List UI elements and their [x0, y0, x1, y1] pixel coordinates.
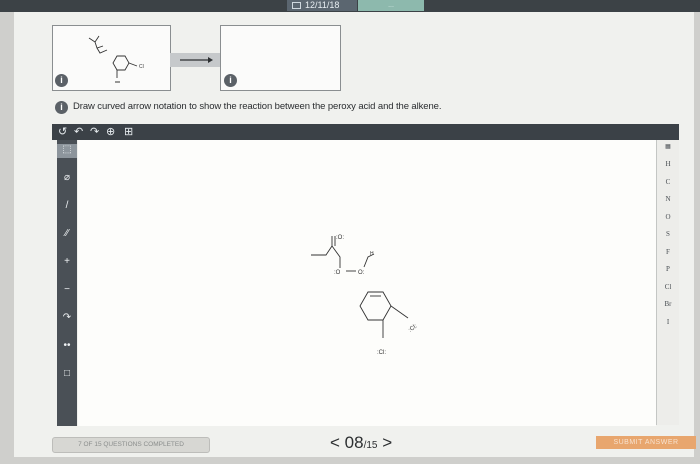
drawing-canvas[interactable]: :O: :O O: H :Cl: :Cl: [78, 140, 656, 426]
element-i-button[interactable]: I [657, 318, 679, 326]
left-tool-palette: ⬚ ⌀ / ∕∕ + − ↷ •• □ [57, 140, 77, 426]
element-cl-button[interactable]: Cl [657, 283, 679, 291]
lone-pair-tool[interactable]: •• [57, 340, 77, 354]
redo-icon[interactable]: ↷ [90, 126, 99, 138]
current-question-number: 08 [344, 433, 364, 452]
element-h-button[interactable]: H [657, 160, 679, 168]
next-question-button[interactable]: > [382, 433, 392, 452]
bond-tool[interactable]: / [57, 200, 77, 214]
top-bar: 12/11/18 ... [0, 0, 700, 12]
right-arrow-icon [180, 57, 213, 63]
calendar-icon [292, 2, 301, 9]
element-o-button[interactable]: O [657, 213, 679, 221]
progress-indicator: 7 OF 15 QUESTIONS COMPLETED [52, 437, 210, 453]
oxygen-label-left: :O [334, 270, 341, 276]
chlorine-label-bottom: :Cl: [377, 350, 386, 356]
chlorine-label-right: :Cl: [408, 323, 419, 333]
undo-step-icon[interactable]: ↶ [74, 126, 83, 138]
prev-question-button[interactable]: < [330, 433, 340, 452]
element-p-button[interactable]: P [657, 265, 679, 273]
reaction-arrow [170, 53, 220, 67]
molecule-structure: :O: :O O: H :Cl: :Cl: [311, 235, 419, 356]
element-f-button[interactable]: F [657, 248, 679, 256]
date-text: 12/11/18 [305, 0, 340, 10]
info-icon[interactable]: i [55, 101, 68, 114]
chain-tool[interactable]: ∕∕ [57, 228, 77, 242]
zoom-icon[interactable]: ⊕ [106, 126, 115, 138]
question-text: Draw curved arrow notation to show the r… [73, 101, 442, 112]
editor-toolbar: ↺ ↶ ↷ ⊕ ⊞ [52, 124, 679, 140]
element-n-button[interactable]: N [657, 195, 679, 203]
charge-plus-tool[interactable]: + [57, 256, 77, 270]
info-badge-reactant[interactable]: i [55, 74, 68, 87]
element-palette: ▦ H C N O S F P Cl Br I [656, 140, 679, 425]
total-questions: /15 [363, 440, 378, 451]
element-s-button[interactable]: S [657, 230, 679, 238]
curved-arrow-tool[interactable]: ↷ [57, 312, 77, 326]
info-badge-product[interactable]: i [224, 74, 237, 87]
top-tab[interactable]: ... [358, 0, 424, 11]
element-br-button[interactable]: Br [657, 300, 679, 308]
periodic-table-icon[interactable]: ▦ [657, 143, 679, 150]
oxygen-label-top: :O: [336, 235, 344, 241]
reactant-box: Cl [52, 25, 171, 91]
charge-minus-tool[interactable]: − [57, 284, 77, 298]
question-pager: < 08/15 > [330, 433, 392, 455]
hydrogen-label: H [370, 251, 374, 257]
oxygen-label-right: O: [358, 270, 365, 276]
template-icon[interactable]: ⊞ [124, 126, 133, 138]
svg-text:Cl: Cl [139, 64, 144, 70]
submit-answer-button[interactable]: SUBMIT ANSWER [596, 436, 696, 449]
ring-tool[interactable]: □ [57, 368, 77, 382]
element-c-button[interactable]: C [657, 178, 679, 186]
reactant-structure: Cl [88, 35, 144, 83]
select-tool[interactable]: ⬚ [57, 144, 77, 158]
undo-icon[interactable]: ↺ [58, 126, 67, 138]
eraser-tool[interactable]: ⌀ [57, 172, 77, 186]
product-box[interactable] [220, 25, 341, 91]
date-display: 12/11/18 [287, 0, 357, 11]
